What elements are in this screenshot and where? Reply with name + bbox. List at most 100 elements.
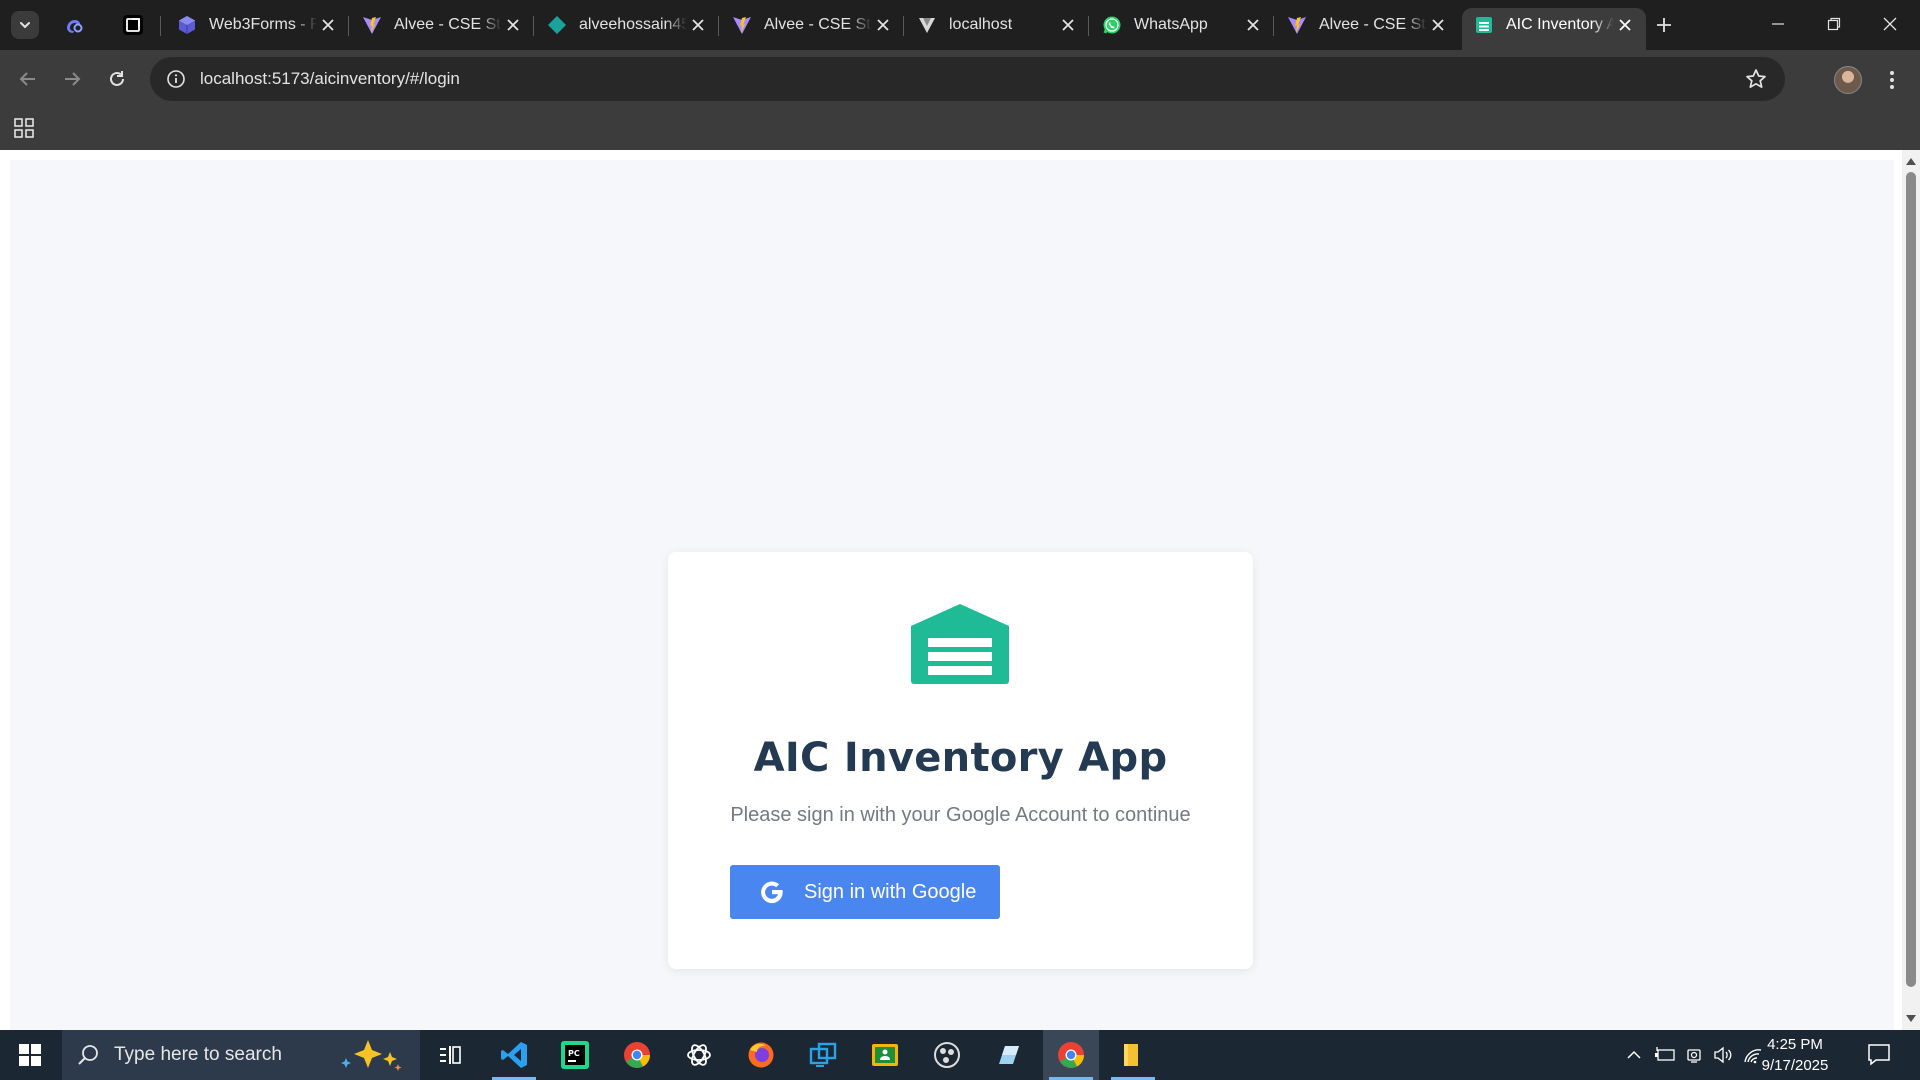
taskbar-obs[interactable] — [919, 1030, 975, 1080]
clock-date: 9/17/2025 — [1761, 1057, 1829, 1074]
tab-title: Alvee - CSE Student — [1319, 16, 1427, 33]
forward-button[interactable] — [58, 65, 86, 93]
bookmark-star-icon[interactable] — [1745, 68, 1767, 90]
arrow-left-icon — [19, 72, 35, 86]
task-view-icon — [440, 1046, 461, 1064]
copilot-icon — [67, 20, 83, 33]
chevron-up-icon — [1627, 1050, 1641, 1059]
pinned-tab-copilot[interactable] — [61, 12, 87, 38]
notification-icon[interactable] — [1866, 1042, 1892, 1068]
taskbar-chrome-active[interactable] — [1043, 1030, 1099, 1080]
taskbar-clock[interactable]: 4:25 PM 9/17/2025 — [1752, 1034, 1838, 1076]
chrome-icon — [624, 1042, 650, 1068]
tab-strip: Web3Forms - Free Contact Form Alvee - CS… — [0, 0, 1920, 50]
tab-title: AIC Inventory App — [1506, 16, 1614, 33]
taskbar-file-explorer[interactable] — [1105, 1030, 1161, 1080]
plus-icon — [1657, 18, 1671, 32]
url-text[interactable]: localhost:5173/aicinventory/#/login — [200, 69, 460, 89]
tray-overflow[interactable] — [1622, 1030, 1646, 1080]
tray-volume[interactable] — [1710, 1030, 1736, 1080]
obs-icon — [934, 1042, 960, 1068]
arrow-right-icon — [65, 72, 81, 86]
tab-alveehossain[interactable]: alveehossain45 — [535, 8, 719, 42]
close-tab-icon[interactable] — [1427, 14, 1449, 36]
glass-app-icon — [999, 1046, 1019, 1064]
taskbar-classroom[interactable] — [857, 1030, 913, 1080]
close-tab-icon[interactable] — [317, 14, 339, 36]
taskbar-chrome[interactable] — [609, 1030, 665, 1080]
taskbar-glass-app[interactable] — [981, 1030, 1037, 1080]
tab-alvee-1[interactable]: Alvee - CSE Student — [350, 8, 534, 42]
taskbar-pycharm[interactable]: PC — [547, 1030, 603, 1080]
file-explorer-icon — [1124, 1044, 1138, 1066]
browser-menu-button[interactable] — [1880, 64, 1904, 96]
whatsapp-icon — [1102, 15, 1122, 35]
tab-web3forms[interactable]: Web3Forms - Free Contact Form — [165, 8, 349, 42]
profile-avatar[interactable] — [1834, 66, 1862, 94]
tab-search-button[interactable] — [11, 11, 39, 39]
clock-time: 4:25 PM — [1767, 1036, 1823, 1053]
taskbar-task-view[interactable] — [422, 1030, 478, 1080]
tray-meet-now[interactable] — [1682, 1030, 1706, 1080]
scroll-down-icon[interactable] — [1906, 1015, 1916, 1022]
site-info-icon[interactable] — [154, 57, 198, 101]
more-vertical-icon — [1890, 71, 1894, 89]
chrome-icon — [1058, 1042, 1084, 1068]
google-signin-button[interactable]: Sign in with Google — [730, 865, 1000, 919]
minimize-icon — [1772, 23, 1784, 25]
external-link-box-icon — [123, 15, 143, 35]
restore-button[interactable] — [1806, 0, 1862, 48]
tab-title: alveehossain45 — [579, 16, 687, 33]
taskbar-firefox[interactable] — [733, 1030, 789, 1080]
close-tab-icon[interactable] — [1242, 14, 1264, 36]
close-tab-icon[interactable] — [687, 14, 709, 36]
new-tab-button[interactable] — [1650, 11, 1678, 39]
tab-alvee-3[interactable]: Alvee - CSE Student — [1275, 8, 1459, 42]
windows-taskbar: Type here to search PC 4:25 PM 9/17/2025 — [0, 1030, 1920, 1080]
warehouse-icon — [911, 604, 1009, 684]
taskbar-chatgpt[interactable] — [671, 1030, 727, 1080]
diamond-icon — [547, 15, 567, 35]
restore-icon — [1827, 17, 1841, 31]
google-classroom-icon — [872, 1044, 898, 1066]
vite-icon — [1287, 15, 1307, 35]
close-icon — [1883, 17, 1897, 31]
tab-whatsapp[interactable]: WhatsApp — [1090, 8, 1274, 42]
google-g-icon — [761, 881, 783, 904]
windows-logo-icon — [19, 1044, 41, 1066]
back-button[interactable] — [14, 65, 42, 93]
close-tab-icon[interactable] — [872, 14, 894, 36]
battery-icon — [1655, 1047, 1675, 1061]
close-window-button[interactable] — [1862, 0, 1918, 48]
close-tab-icon[interactable] — [502, 14, 524, 36]
tab-aic-inventory[interactable]: AIC Inventory App — [1462, 8, 1646, 50]
chatgpt-icon — [687, 1044, 711, 1066]
minimize-button[interactable] — [1750, 0, 1806, 48]
tab-localhost[interactable]: localhost — [905, 8, 1089, 42]
speaker-icon — [1714, 1046, 1732, 1064]
tab-title: Alvee - CSE Student — [394, 16, 502, 33]
page-scrollbar[interactable] — [1902, 150, 1920, 1030]
remote-desktop-icon — [809, 1042, 837, 1067]
reload-button[interactable] — [103, 65, 131, 93]
camera-icon — [1687, 1049, 1701, 1063]
tray-battery[interactable] — [1652, 1030, 1678, 1080]
tab-alvee-2[interactable]: Alvee - CSE Student — [720, 8, 904, 42]
scroll-up-icon[interactable] — [1906, 158, 1916, 165]
taskbar-search[interactable]: Type here to search — [62, 1030, 420, 1080]
search-icon — [78, 1045, 98, 1065]
tab-title: localhost — [949, 16, 1013, 33]
close-tab-icon[interactable] — [1614, 14, 1636, 36]
start-button[interactable] — [0, 1030, 60, 1080]
tab-title: Alvee - CSE Student — [764, 16, 872, 33]
apps-grid-icon[interactable] — [13, 117, 35, 139]
vite-icon — [732, 15, 752, 35]
taskbar-vscode[interactable] — [486, 1030, 542, 1080]
close-tab-icon[interactable] — [1057, 14, 1079, 36]
search-placeholder: Type here to search — [114, 1044, 282, 1065]
pinned-tab-dark[interactable] — [120, 12, 146, 38]
taskbar-remote-desktop[interactable] — [795, 1030, 851, 1080]
scrollbar-thumb[interactable] — [1906, 172, 1916, 987]
copilot-sparkle-icon — [341, 1040, 402, 1071]
address-bar[interactable]: localhost:5173/aicinventory/#/login — [150, 57, 1785, 101]
